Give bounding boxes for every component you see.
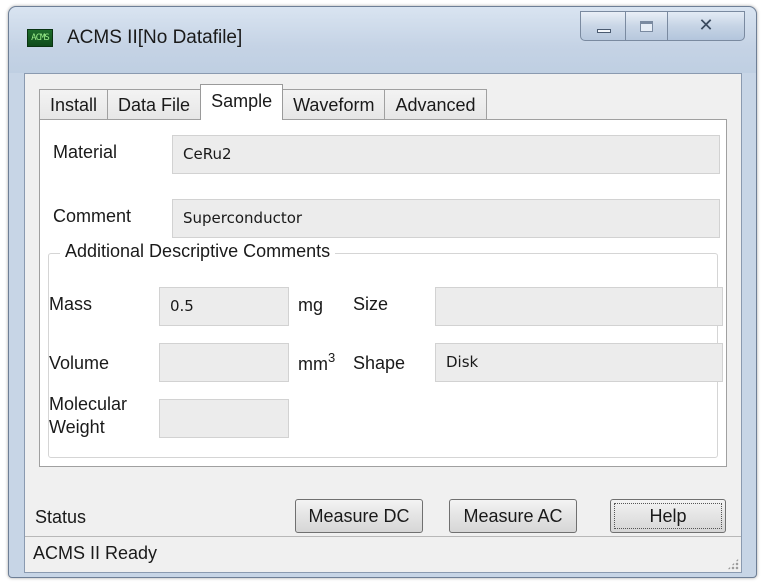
additional-comments-group: Additional Descriptive Comments Mass 0.5… (48, 241, 723, 458)
sample-tab-panel: Material CeRu2 Comment Superconductor Ad… (39, 119, 727, 467)
size-field[interactable] (435, 287, 723, 326)
help-button[interactable]: Help (610, 499, 726, 533)
volume-unit-base: mm (298, 354, 328, 374)
dialog-client-area: Install Data File Sample Waveform Advanc… (24, 73, 742, 573)
app-window: ACMS ACMS II[No Datafile] ✕ Install Data… (8, 6, 757, 578)
tab-data-file[interactable]: Data File (107, 89, 202, 120)
mass-label: Mass (49, 294, 93, 314)
maximize-button[interactable] (626, 11, 668, 41)
volume-label: Volume (49, 353, 110, 373)
window-title: ACMS II[No Datafile] (67, 27, 243, 48)
material-label: Material (53, 142, 118, 162)
caption-buttons: ✕ (580, 11, 745, 41)
volume-unit: mm3 (298, 350, 335, 375)
group-title: Additional Descriptive Comments (60, 241, 336, 262)
molecular-weight-label-line1: Molecular (49, 394, 128, 414)
status-label: Status (35, 507, 87, 527)
title-bar[interactable]: ACMS ACMS II[No Datafile] ✕ (9, 7, 756, 73)
close-icon: ✕ (698, 15, 714, 36)
maximize-icon (640, 21, 653, 32)
tab-advanced[interactable]: Advanced (384, 89, 487, 120)
minimize-button[interactable] (580, 11, 626, 41)
molecular-weight-field[interactable] (159, 399, 289, 438)
comment-field[interactable]: Superconductor (172, 199, 720, 238)
measure-ac-button[interactable]: Measure AC (449, 499, 577, 533)
shape-field[interactable]: Disk (435, 343, 723, 382)
mass-unit: mg (298, 295, 324, 315)
tab-strip: Install Data File Sample Waveform Advanc… (39, 84, 487, 120)
status-bar-text: ACMS II Ready (33, 543, 158, 563)
material-field[interactable]: CeRu2 (172, 135, 720, 174)
resize-grip-icon[interactable] (727, 558, 739, 570)
focus-ring (614, 503, 722, 529)
measure-dc-button[interactable]: Measure DC (295, 499, 423, 533)
volume-unit-exponent: 3 (328, 350, 336, 365)
molecular-weight-label: Molecular Weight (49, 393, 127, 439)
size-label: Size (353, 294, 389, 314)
minimize-icon (597, 29, 611, 33)
comment-label: Comment (53, 206, 132, 226)
tab-waveform[interactable]: Waveform (282, 89, 386, 120)
shape-label: Shape (353, 353, 406, 373)
volume-field[interactable] (159, 343, 289, 382)
mass-field[interactable]: 0.5 (159, 287, 289, 326)
acms-app-icon[interactable]: ACMS (27, 29, 53, 47)
tab-install[interactable]: Install (39, 89, 109, 120)
status-bar: ACMS II Ready (25, 536, 741, 572)
molecular-weight-label-line2: Weight (49, 417, 105, 437)
tab-sample[interactable]: Sample (200, 84, 284, 120)
close-button[interactable]: ✕ (668, 11, 745, 41)
